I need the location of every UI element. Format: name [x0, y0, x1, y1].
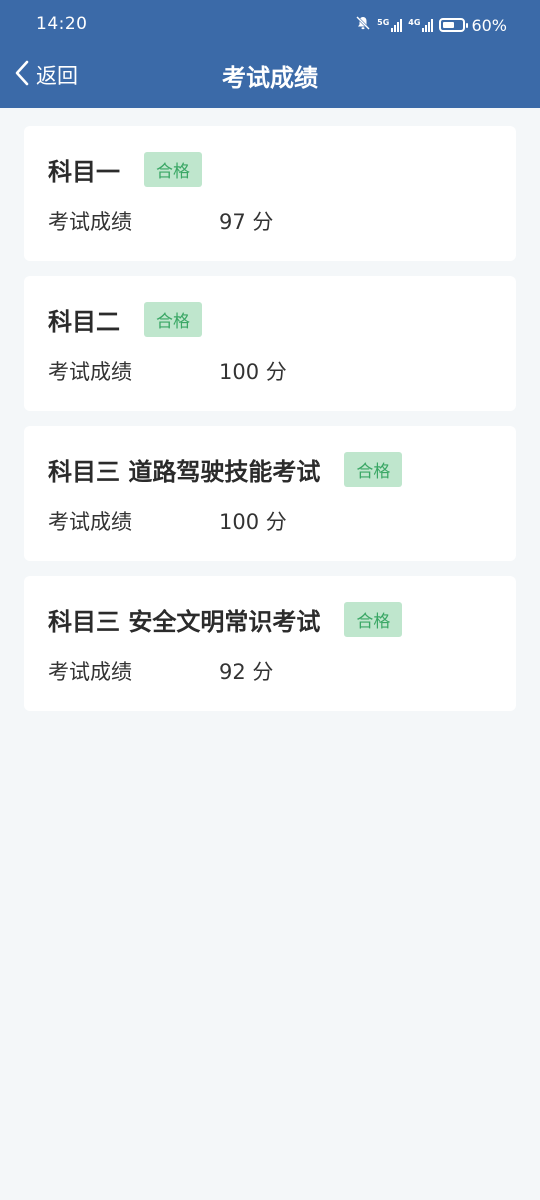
score-label: 考试成绩 — [48, 660, 132, 684]
subject-title: 科目三 道路驾驶技能考试 — [48, 458, 321, 486]
result-card[interactable]: 科目三 道路驾驶技能考试 合格 考试成绩 100 分 — [24, 426, 516, 561]
page-title: 考试成绩 — [222, 63, 318, 92]
score-value: 92 分 — [219, 660, 274, 684]
score-label: 考试成绩 — [48, 360, 132, 384]
signal-4g-icon: 4G — [408, 18, 434, 32]
result-card[interactable]: 科目二 合格 考试成绩 100 分 — [24, 276, 516, 411]
pass-badge: 合格 — [144, 302, 202, 337]
app-header: 返回 考试成绩 — [0, 50, 540, 108]
score-value: 100 分 — [219, 360, 287, 384]
results-list: 科目一 合格 考试成绩 97 分 科目二 合格 考试成绩 100 分 科目三 道… — [24, 126, 516, 726]
battery-icon — [439, 18, 469, 32]
subject-title: 科目三 安全文明常识考试 — [48, 608, 321, 636]
score-row: 考试成绩 100 分 — [48, 356, 287, 386]
result-card[interactable]: 科目一 合格 考试成绩 97 分 — [24, 126, 516, 261]
chevron-left-icon — [14, 60, 30, 90]
subject-title: 科目一 — [48, 158, 120, 186]
status-icons: 5G 4G 60% — [355, 13, 507, 37]
score-value: 97 分 — [219, 210, 274, 234]
score-row: 考试成绩 92 分 — [48, 656, 273, 686]
card-title-row: 科目三 安全文明常识考试 合格 — [48, 602, 403, 637]
mute-bell-icon — [355, 15, 371, 35]
status-time: 14:20 — [36, 14, 88, 34]
score-label: 考试成绩 — [48, 210, 132, 234]
signal-5g-icon: 5G — [377, 18, 403, 32]
score-value: 100 分 — [219, 510, 287, 534]
pass-badge: 合格 — [344, 602, 403, 637]
back-label: 返回 — [36, 64, 78, 88]
pass-badge: 合格 — [144, 152, 202, 187]
score-row: 考试成绩 100 分 — [48, 506, 287, 536]
status-bar: 14:20 5G 4G 60% — [0, 0, 540, 50]
score-label: 考试成绩 — [48, 510, 132, 534]
back-button[interactable]: 返回 — [14, 50, 78, 100]
pass-badge: 合格 — [344, 452, 403, 487]
battery-percent: 60% — [471, 15, 507, 35]
subject-title: 科目二 — [48, 308, 120, 336]
result-card[interactable]: 科目三 安全文明常识考试 合格 考试成绩 92 分 — [24, 576, 516, 711]
card-title-row: 科目三 道路驾驶技能考试 合格 — [48, 452, 403, 487]
score-row: 考试成绩 97 分 — [48, 206, 273, 236]
card-title-row: 科目一 合格 — [48, 152, 202, 187]
card-title-row: 科目二 合格 — [48, 302, 202, 337]
